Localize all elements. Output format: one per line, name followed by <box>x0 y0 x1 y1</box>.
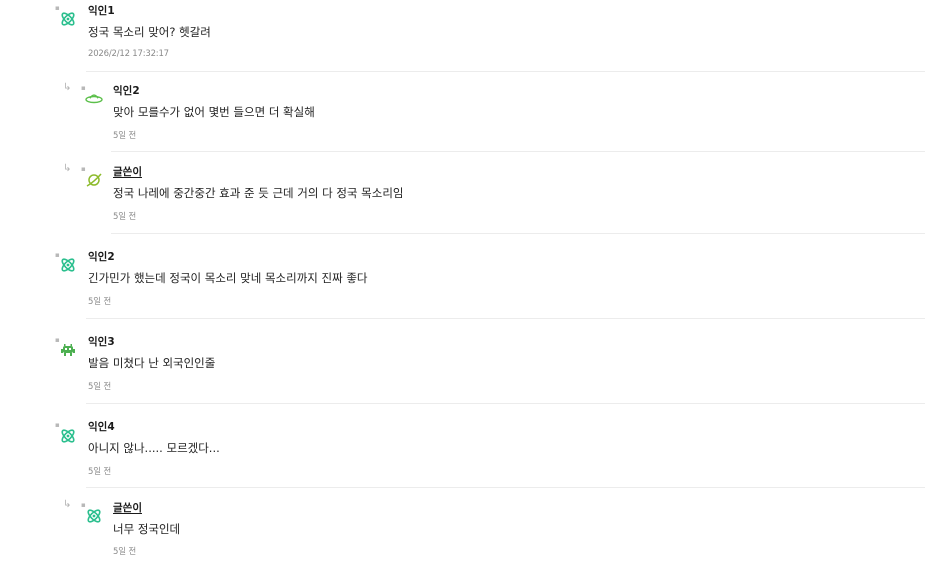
atom-icon <box>59 10 77 28</box>
comment-author[interactable]: 익인2 <box>88 249 115 264</box>
comment-timestamp: 5일 전 <box>113 547 136 557</box>
comment-timestamp: 5일 전 <box>113 212 136 222</box>
comment-timestamp: 2026/2/12 17:32:17 <box>88 49 169 59</box>
comment-author[interactable]: 익인1 <box>88 3 115 18</box>
reply-arrow-icon: ↳ <box>63 163 72 174</box>
comment-item: ▪ 익인3 발음 미쳤다 난 외국인인줄 5일 전 <box>0 318 925 404</box>
comment-author[interactable]: 글쓴이 <box>113 500 142 515</box>
comment-timestamp: 5일 전 <box>88 382 111 392</box>
reply-arrow-icon: ↳ <box>63 499 72 510</box>
reply-arrow-icon: ↳ <box>63 82 72 93</box>
reply-item: ↳ ▪ 글쓴이 정국 나레에 중간중간 효과 준 듯 근데 거의 다 정국 목소… <box>0 152 925 234</box>
comment-text: 아니지 않나..... 모르겠다... <box>88 441 220 455</box>
comment-text: 정국 목소리 맞어? 헷갈려 <box>88 25 211 39</box>
comment-item: ▪ 익인1 정국 목소리 맞어? 헷갈려 2026/2/12 17:32:17 <box>0 0 925 72</box>
alien-icon <box>59 341 77 359</box>
atom-icon <box>59 427 77 445</box>
comment-text: 발음 미쳤다 난 외국인인줄 <box>88 356 216 370</box>
comment-author[interactable]: 익인2 <box>113 83 140 98</box>
atom-icon <box>59 256 77 274</box>
atom-icon <box>85 507 103 525</box>
comment-timestamp: 5일 전 <box>88 297 111 307</box>
comment-item: ▪ 익인4 아니지 않나..... 모르겠다... 5일 전 <box>0 403 925 488</box>
reply-item: ↳ ▪ 익인2 맞아 모를수가 없어 몇번 들으면 더 확실해 5일 전 <box>0 72 925 152</box>
comment-item: ▪ 익인2 긴가민가 했는데 정국이 목소리 맞네 목소리까지 진짜 좋다 5일… <box>0 233 925 319</box>
comment-author[interactable]: 익인4 <box>88 419 115 434</box>
comment-text: 긴가민가 했는데 정국이 목소리 맞네 목소리까지 진짜 좋다 <box>88 271 368 285</box>
comment-timestamp: 5일 전 <box>88 467 111 477</box>
comment-text: 너무 정국인데 <box>113 522 181 536</box>
comment-author[interactable]: 익인3 <box>88 334 115 349</box>
comment-author[interactable]: 글쓴이 <box>113 164 142 179</box>
reply-item: ↳ ▪ 글쓴이 너무 정국인데 5일 전 <box>0 488 925 566</box>
comment-text: 맞아 모를수가 없어 몇번 들으면 더 확실해 <box>113 105 315 119</box>
planet-icon <box>85 171 103 189</box>
comment-timestamp: 5일 전 <box>113 131 136 141</box>
comment-text: 정국 나레에 중간중간 효과 준 듯 근데 거의 다 정국 목소리임 <box>113 186 404 200</box>
ufo-icon <box>85 89 103 107</box>
